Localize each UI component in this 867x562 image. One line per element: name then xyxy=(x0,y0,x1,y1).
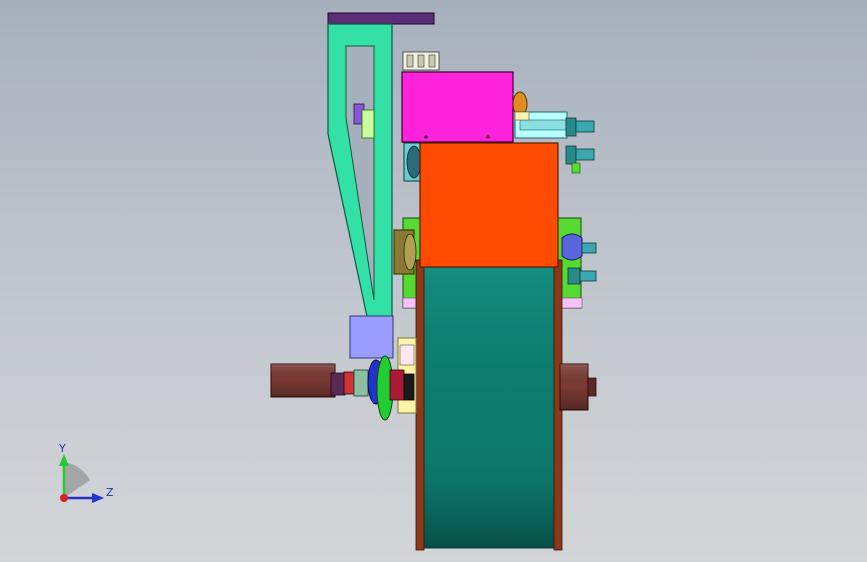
top-bar-part[interactable] xyxy=(327,12,435,25)
right-shaft-part[interactable] xyxy=(559,363,597,411)
magenta-box-part[interactable] xyxy=(401,71,514,143)
fitting-upper[interactable] xyxy=(565,117,595,137)
drum-part[interactable] xyxy=(415,259,563,551)
bracket-part[interactable] xyxy=(327,23,393,341)
z-axis-label: Z xyxy=(106,486,114,499)
y-axis-label: Y xyxy=(58,442,66,455)
left-shaft-part[interactable] xyxy=(270,363,346,398)
lavender-block-part[interactable] xyxy=(349,315,394,359)
cad-viewport[interactable] xyxy=(0,0,867,562)
coordinate-triad-icon: Y Z xyxy=(58,442,114,503)
olive-hub-part[interactable] xyxy=(393,229,417,275)
connector-part[interactable] xyxy=(402,51,440,71)
orange-block-part[interactable] xyxy=(419,142,559,268)
side-fitting-part[interactable] xyxy=(512,91,568,139)
fitting-upper-2[interactable] xyxy=(565,145,595,174)
